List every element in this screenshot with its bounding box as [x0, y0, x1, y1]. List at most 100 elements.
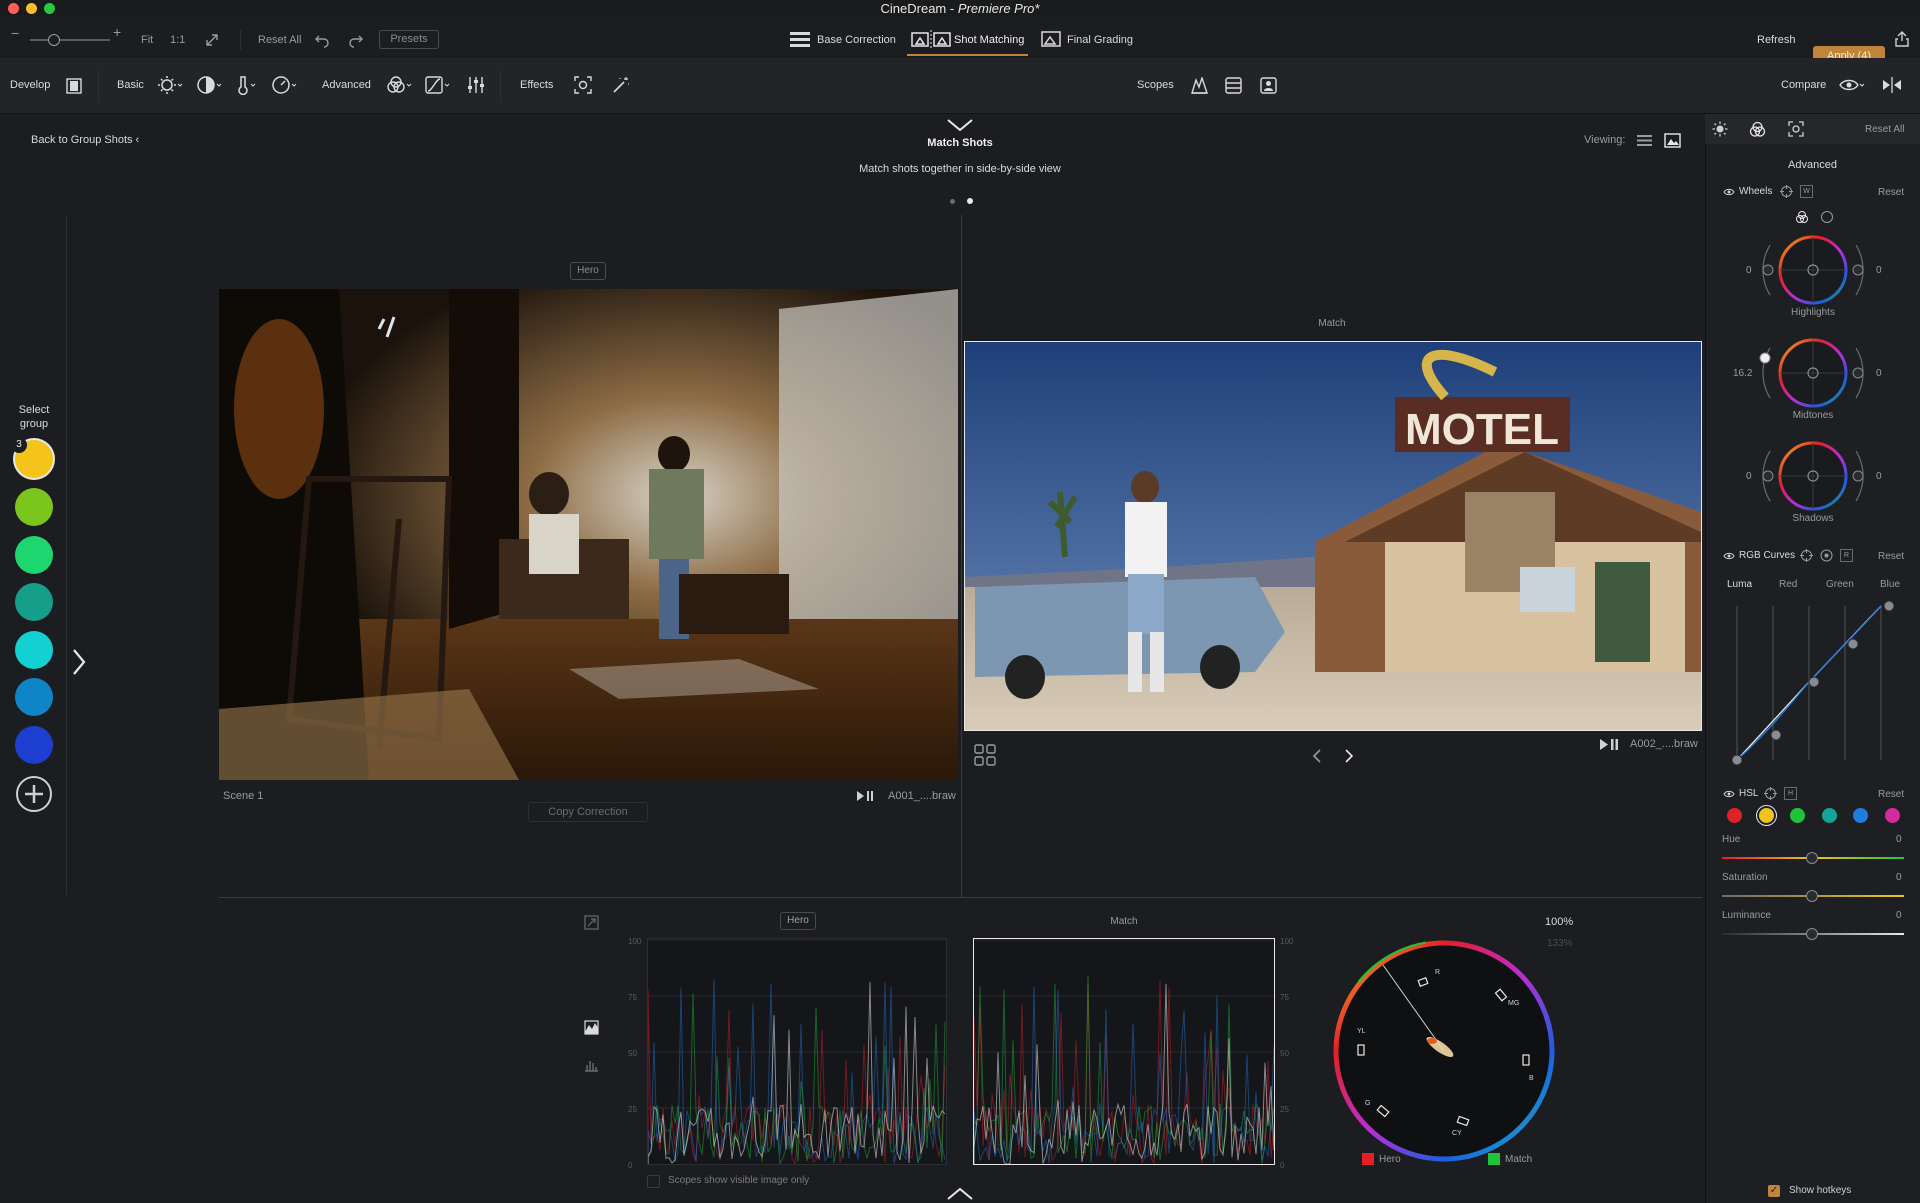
film-strip-icon[interactable]: [66, 78, 82, 94]
add-group-icon[interactable]: [15, 775, 53, 813]
eye-icon[interactable]: [1839, 78, 1865, 92]
list-view-icon[interactable]: [1636, 134, 1653, 147]
histogram-mode-icon[interactable]: [584, 1057, 599, 1072]
effects-tab-icon[interactable]: [1788, 121, 1804, 137]
page-dot-active[interactable]: [967, 198, 973, 204]
hsl-color-swatch[interactable]: [1727, 808, 1742, 823]
hsl-hue-knob[interactable]: [1806, 852, 1818, 864]
curve-editor[interactable]: [1727, 598, 1902, 768]
grid-view-icon[interactable]: [974, 744, 996, 766]
share-icon[interactable]: [1895, 31, 1909, 47]
hsl-color-swatch[interactable]: [1821, 808, 1837, 823]
wheel-handle[interactable]: [1762, 470, 1774, 482]
color-mix-icon[interactable]: [386, 75, 412, 95]
match-play-pause-icon[interactable]: [1599, 738, 1619, 751]
curves-target-icon[interactable]: [1800, 549, 1813, 562]
focus-icon[interactable]: [574, 76, 592, 94]
page-dot[interactable]: [950, 199, 955, 204]
refresh-button[interactable]: Refresh: [1757, 34, 1796, 46]
zoom-fit-button[interactable]: Fit: [141, 34, 153, 46]
scope-expand-icon[interactable]: [584, 915, 599, 930]
hsl-color-swatch[interactable]: [1758, 808, 1774, 823]
vectorscope-zoom[interactable]: 100%: [1545, 916, 1573, 928]
wheels-target-icon[interactable]: [1780, 185, 1793, 198]
expand-rail-icon[interactable]: [71, 648, 87, 676]
tint-icon[interactable]: [271, 75, 297, 95]
panel-reset-all-button[interactable]: Reset All: [1865, 124, 1904, 135]
wheels-reset-button[interactable]: Reset: [1878, 187, 1904, 198]
copy-correction-button[interactable]: Copy Correction: [528, 802, 648, 822]
scopes-visible-checkbox[interactable]: [647, 1175, 660, 1188]
hsl-visibility-icon[interactable]: [1723, 790, 1735, 798]
scope-tick-label: 50: [628, 1049, 637, 1058]
curve-channel-green[interactable]: Green: [1826, 579, 1854, 590]
next-shot-icon[interactable]: [1344, 749, 1354, 763]
group-swatch-green[interactable]: [15, 536, 53, 574]
hsl-color-swatch[interactable]: [1884, 808, 1900, 823]
wheel-handle[interactable]: [1852, 264, 1864, 276]
hsl-target-icon[interactable]: [1764, 787, 1777, 800]
wheel-handle[interactable]: [1759, 352, 1771, 364]
parade-scope-icon[interactable]: [1225, 77, 1242, 94]
waveform-mode-icon[interactable]: [584, 1020, 599, 1035]
curves-reset-button[interactable]: Reset: [1878, 551, 1904, 562]
zoom-in-icon[interactable]: +: [113, 24, 121, 40]
tab-final-grading[interactable]: Final Grading: [1067, 34, 1133, 46]
redo-icon[interactable]: [348, 32, 364, 48]
zoom-out-icon[interactable]: −: [11, 25, 19, 41]
hsl-color-swatch[interactable]: [1853, 808, 1868, 823]
back-to-group-shots-link[interactable]: Back to Group Shots ‹: [31, 134, 139, 146]
split-view-icon[interactable]: [1882, 77, 1902, 93]
curves-color-icon[interactable]: [1820, 549, 1833, 562]
hero-play-pause-icon[interactable]: [856, 790, 874, 802]
presets-button[interactable]: Presets: [379, 30, 439, 49]
temperature-icon[interactable]: [236, 75, 258, 95]
curves-visibility-icon[interactable]: [1723, 552, 1735, 560]
group-swatch-indigo[interactable]: [15, 726, 53, 764]
wheel-handle[interactable]: [1762, 264, 1774, 276]
waveform-scope-icon[interactable]: [1191, 77, 1208, 94]
fullscreen-icon[interactable]: [205, 33, 219, 47]
hsl-luminance-knob[interactable]: [1806, 928, 1818, 940]
zoom-1to1-button[interactable]: 1:1: [170, 34, 185, 46]
sliders-icon[interactable]: [467, 75, 485, 95]
reset-all-button[interactable]: Reset All: [258, 34, 301, 46]
collapse-header-icon[interactable]: [946, 118, 974, 132]
tab-shot-matching[interactable]: Shot Matching: [954, 34, 1024, 46]
color-tab-icon[interactable]: [1749, 121, 1766, 138]
exposure-icon[interactable]: [157, 75, 183, 95]
hsl-saturation-knob[interactable]: [1806, 890, 1818, 902]
zoom-slider[interactable]: [30, 34, 110, 46]
wheel-handle[interactable]: [1852, 367, 1864, 379]
show-hotkeys-checkbox[interactable]: ✓: [1768, 1185, 1780, 1197]
wheel-handle[interactable]: [1852, 470, 1864, 482]
skin-tone-scope-icon[interactable]: [1260, 77, 1277, 94]
magic-wand-icon[interactable]: [612, 76, 630, 94]
curve-channel-red[interactable]: Red: [1779, 579, 1797, 590]
image-view-icon[interactable]: [1664, 133, 1681, 148]
undo-icon[interactable]: [314, 32, 330, 48]
viewing-label: Viewing:: [1584, 134, 1626, 146]
group-swatch-cyan[interactable]: [15, 631, 53, 669]
wheels-visibility-icon[interactable]: [1723, 188, 1735, 196]
match-image[interactable]: MOTEL: [964, 341, 1702, 731]
curve-channel-blue[interactable]: Blue: [1880, 579, 1900, 590]
group-swatch-teal[interactable]: [15, 583, 53, 621]
show-hotkeys-label: Show hotkeys: [1789, 1185, 1852, 1196]
curve-channel-luma[interactable]: Luma: [1727, 579, 1752, 590]
hero-image[interactable]: [219, 289, 958, 780]
hsl-color-swatch[interactable]: [1790, 808, 1805, 823]
group-swatch-blue[interactable]: [15, 678, 53, 716]
wheel-mode-circle-icon[interactable]: [1820, 210, 1834, 224]
zoom-slider-knob[interactable]: [48, 34, 60, 46]
wheel-mode-rgb-icon[interactable]: [1795, 210, 1809, 224]
group-swatch-lime[interactable]: [15, 488, 53, 526]
tab-base-correction[interactable]: Base Correction: [817, 34, 896, 46]
previous-shot-icon[interactable]: [1312, 749, 1322, 763]
light-tab-icon[interactable]: [1712, 121, 1728, 137]
curves-icon[interactable]: [424, 75, 450, 95]
contrast-icon[interactable]: [196, 75, 222, 95]
hsl-reset-button[interactable]: Reset: [1878, 789, 1904, 800]
expand-scopes-icon[interactable]: [946, 1187, 974, 1201]
scope-tick-label: 25: [1280, 1105, 1289, 1114]
